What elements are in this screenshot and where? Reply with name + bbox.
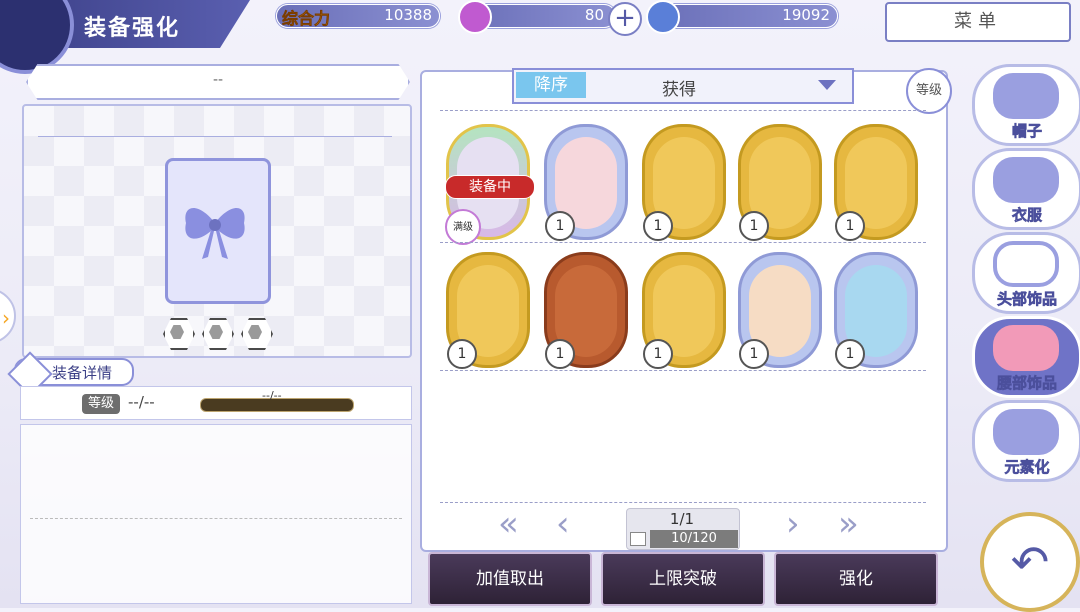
level-label: 等级 bbox=[82, 394, 120, 414]
sort-field: 获得 bbox=[662, 80, 696, 100]
row-divider bbox=[440, 242, 926, 243]
equip-name: -- bbox=[212, 72, 224, 88]
sort-order-toggle[interactable]: 降序 bbox=[516, 72, 586, 98]
equip-detail-label: 装备详情 bbox=[52, 364, 113, 382]
preview-divider bbox=[38, 136, 392, 137]
first-page-button[interactable]: « bbox=[498, 504, 519, 544]
potion-icon bbox=[646, 0, 680, 34]
page-number: 1/1 bbox=[669, 510, 695, 528]
expand-panel-button[interactable]: › bbox=[0, 288, 16, 344]
inventory-item[interactable]: 1 bbox=[738, 252, 822, 369]
page-title: 装备强化 bbox=[84, 16, 181, 41]
item-count: 1 bbox=[835, 211, 865, 241]
equip-card bbox=[165, 158, 271, 304]
max-level-badge: 满级 bbox=[445, 209, 481, 245]
inventory-item[interactable]: 装备中 满级 bbox=[445, 124, 535, 245]
row-divider bbox=[440, 110, 926, 111]
back-button[interactable]: ↶ bbox=[980, 512, 1080, 612]
level-sort-button[interactable]: 等级 bbox=[906, 68, 952, 114]
power-value: 10388 bbox=[384, 6, 432, 24]
category-waist-accessory[interactable]: 腰部饰品 bbox=[972, 316, 1080, 398]
chevron-down-icon[interactable] bbox=[818, 80, 836, 90]
xp-text: --/-- bbox=[262, 389, 282, 402]
power-label: 综合力 bbox=[282, 9, 331, 29]
bow-icon bbox=[993, 325, 1059, 371]
next-page-button[interactable]: › bbox=[786, 504, 800, 544]
category-dress[interactable]: 衣服 bbox=[972, 148, 1080, 230]
extract-button[interactable]: 加值取出 bbox=[428, 552, 592, 606]
add-stamina-button[interactable]: + bbox=[608, 2, 642, 36]
glasses-icon bbox=[993, 241, 1059, 287]
inventory-item[interactable]: 1 bbox=[642, 124, 726, 241]
category-hat[interactable]: 帽子 bbox=[972, 64, 1080, 146]
item-count: 1 bbox=[835, 339, 865, 369]
limit-break-button[interactable]: 上限突破 bbox=[601, 552, 765, 606]
hat-icon bbox=[993, 73, 1059, 119]
item-count: 1 bbox=[739, 339, 769, 369]
item-count: 1 bbox=[643, 339, 673, 369]
item-count: 1 bbox=[739, 211, 769, 241]
prev-page-button[interactable]: ‹ bbox=[556, 504, 570, 544]
inventory-item[interactable]: 1 bbox=[544, 124, 628, 241]
dress-icon bbox=[993, 157, 1059, 203]
equipped-badge: 装备中 bbox=[445, 175, 535, 199]
item-count: 1 bbox=[545, 339, 575, 369]
inventory-item[interactable]: 1 bbox=[738, 124, 822, 241]
item-count: 1 bbox=[447, 339, 477, 369]
inventory-item[interactable]: 1 bbox=[834, 252, 918, 369]
inventory-item[interactable]: 1 bbox=[834, 124, 918, 241]
category-element[interactable]: 元素化 bbox=[972, 400, 1080, 482]
clock-emblem-icon bbox=[0, 0, 74, 74]
inventory-item[interactable]: 1 bbox=[446, 252, 530, 369]
element-icon bbox=[993, 409, 1059, 455]
row-divider bbox=[440, 370, 926, 371]
menu-button[interactable]: 菜单 bbox=[885, 2, 1071, 42]
inventory-item[interactable]: 1 bbox=[642, 252, 726, 369]
bow-icon bbox=[185, 207, 245, 259]
item-count: 1 bbox=[643, 211, 673, 241]
item-count-total: 10/120 bbox=[650, 530, 738, 548]
inventory-item[interactable]: 1 bbox=[544, 252, 628, 369]
row-divider bbox=[440, 502, 926, 503]
last-page-button[interactable]: » bbox=[838, 504, 859, 544]
stamina-icon bbox=[458, 0, 492, 34]
currency-value: 19092 bbox=[782, 6, 830, 24]
description-box bbox=[20, 424, 412, 604]
item-count: 1 bbox=[545, 211, 575, 241]
category-head-accessory[interactable]: 头部饰品 bbox=[972, 232, 1080, 314]
card-icon bbox=[630, 532, 646, 546]
enhance-button[interactable]: 强化 bbox=[774, 552, 938, 606]
stamina-value: 80 bbox=[584, 6, 604, 24]
description-divider bbox=[30, 518, 402, 519]
level-value: --/-- bbox=[128, 393, 155, 411]
